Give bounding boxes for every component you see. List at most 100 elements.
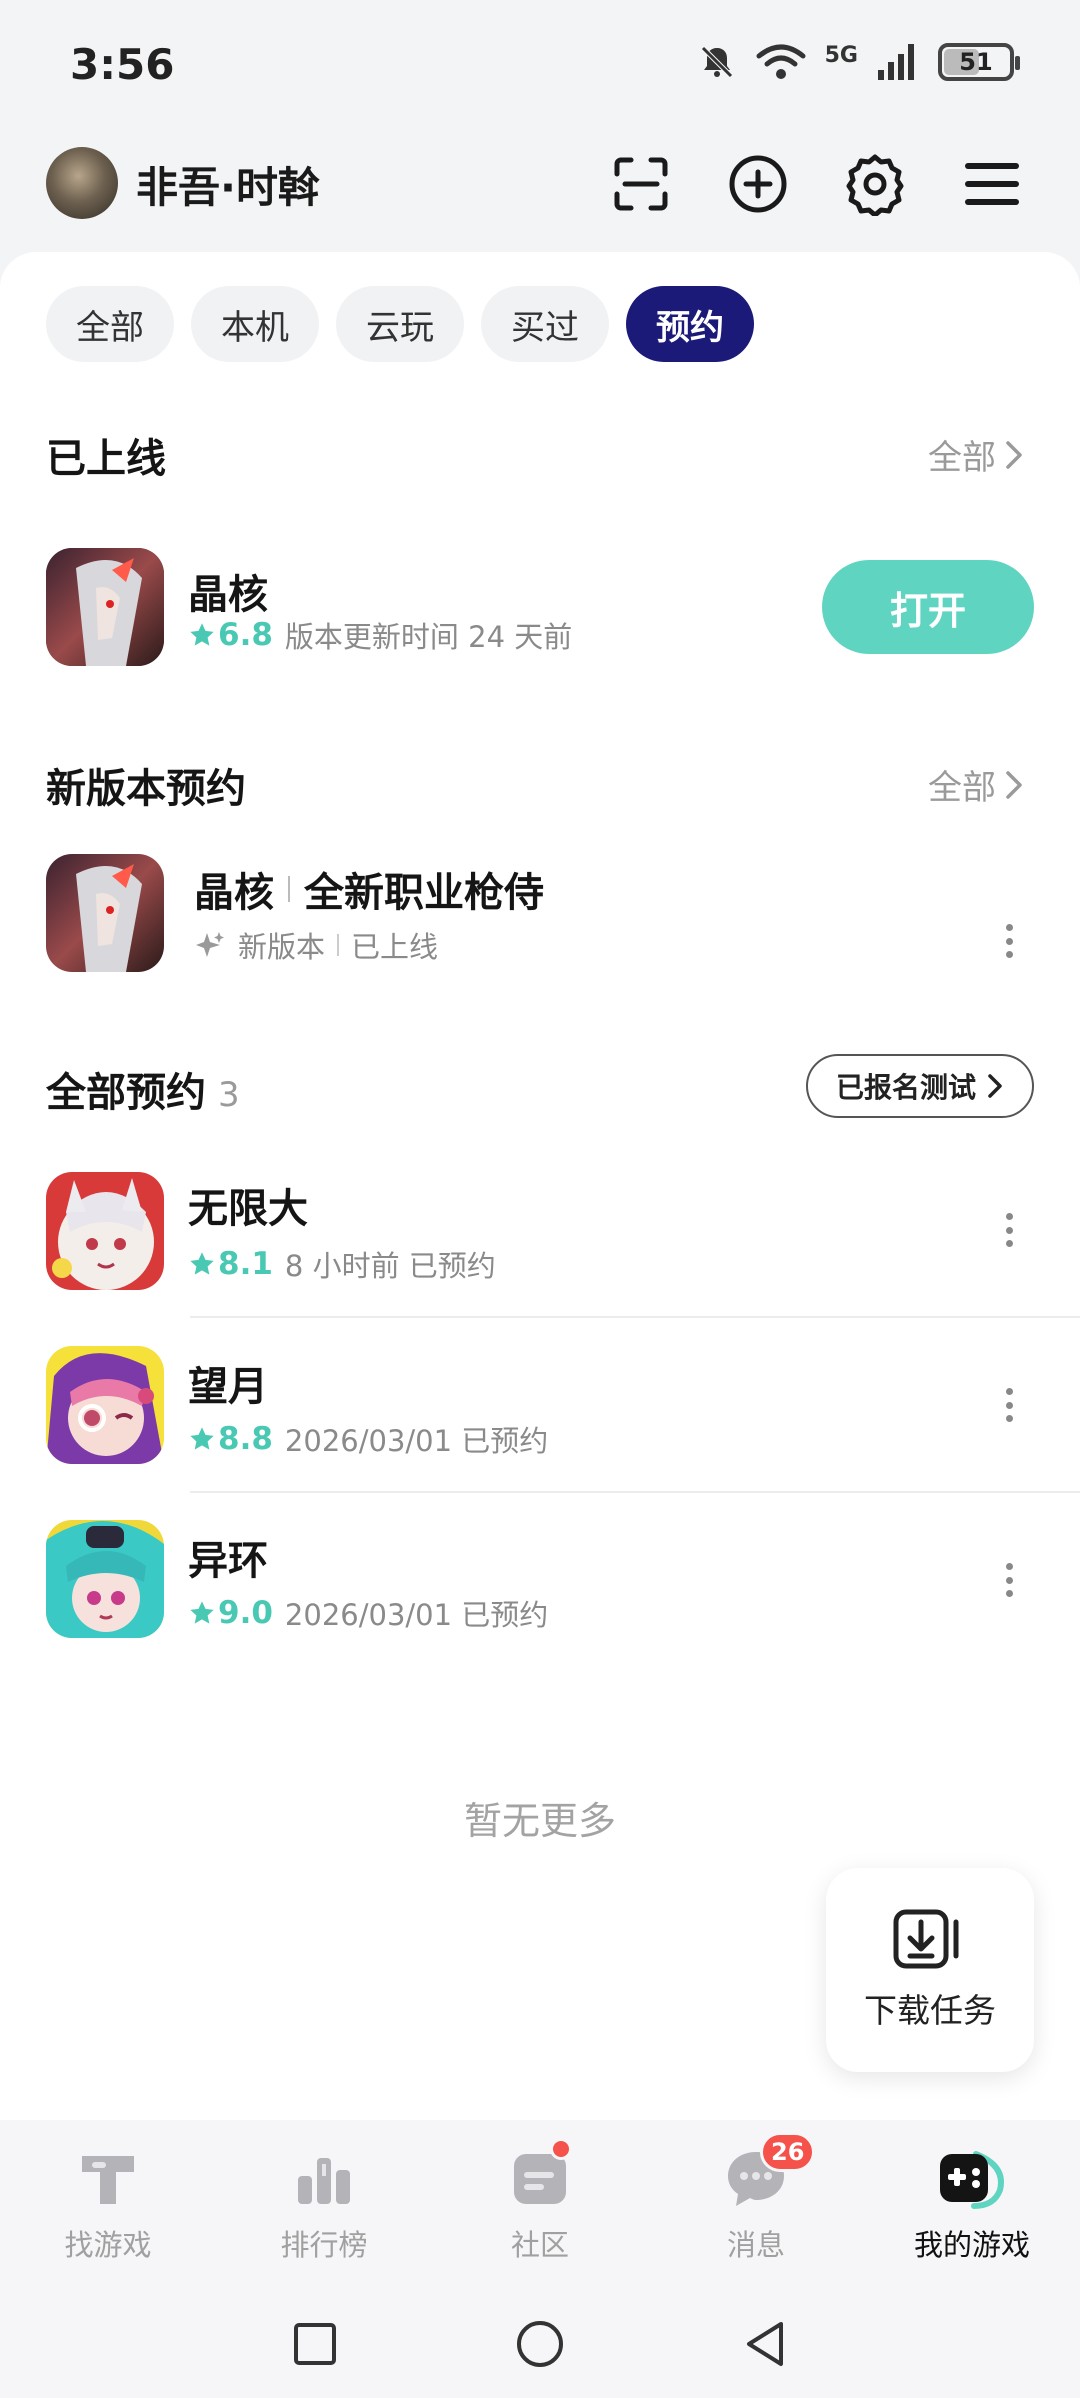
star-icon	[190, 1601, 214, 1624]
bell-muted-icon	[700, 46, 733, 78]
community-badge-dot	[550, 2138, 572, 2160]
game-name-yihuan: 异环	[188, 1538, 268, 1584]
game-meta-yihuan: 9.0 2026/03/01 已预约	[188, 1592, 548, 1634]
battery-icon: 51	[938, 43, 1020, 81]
reservation-count: 3	[218, 1075, 240, 1115]
open-game-button[interactable]: 打开	[822, 560, 1034, 654]
rating-value: 8.8	[218, 1421, 273, 1457]
chip-reserved[interactable]: 预约	[626, 286, 754, 362]
version-subtitle: 全新职业枪侍	[304, 870, 544, 916]
scan-button[interactable]	[607, 150, 675, 218]
game-rating: 8.1	[188, 1246, 273, 1282]
nav-community[interactable]: 社区	[432, 2120, 648, 2290]
new-version-tags: 新版本 已上线	[194, 924, 438, 966]
more-options-button[interactable]	[994, 1555, 1024, 1605]
nav-my-games[interactable]: 我的游戏	[864, 2120, 1080, 2290]
rating-value: 6.8	[218, 617, 273, 653]
list-divider	[190, 1491, 1080, 1493]
game-icon-yihuan[interactable]	[46, 1520, 164, 1638]
filter-chips: 全部 本机 云玩 买过 预约	[46, 286, 754, 362]
rankings-icon	[298, 2158, 350, 2204]
download-icon	[893, 1909, 959, 1969]
game-icon-wangyue[interactable]	[46, 1346, 164, 1464]
hamburger-menu-icon	[965, 163, 1019, 205]
more-options-button[interactable]	[994, 916, 1024, 966]
recent-apps-icon[interactable]	[291, 2320, 339, 2368]
download-task-button[interactable]: 下载任务	[826, 1868, 1034, 2072]
scan-icon	[614, 157, 668, 211]
messages-badge: 26	[760, 2132, 816, 2172]
new-version-see-all-label: 全部	[928, 768, 996, 808]
signal-icon	[878, 44, 914, 80]
download-task-label: 下载任务	[864, 1991, 996, 2030]
gamepad-icon	[940, 2151, 1004, 2209]
avatar[interactable]	[46, 147, 118, 219]
chip-all[interactable]: 全部	[46, 286, 174, 362]
chip-purchased[interactable]: 买过	[481, 286, 609, 362]
chip-local[interactable]: 本机	[191, 286, 319, 362]
back-icon[interactable]	[741, 2320, 789, 2368]
nav-label: 找游戏	[64, 2228, 152, 2262]
battery-level: 51	[959, 48, 993, 76]
add-button[interactable]	[724, 150, 792, 218]
game-meta: 6.8 版本更新时间 24 天前	[188, 614, 572, 656]
game-meta-wuxianda: 8.1 8 小时前 已预约	[188, 1243, 496, 1285]
nav-rankings[interactable]: 排行榜	[216, 2120, 432, 2290]
sparkle-icon	[196, 932, 224, 957]
star-icon	[190, 1252, 214, 1275]
chip-cloud[interactable]: 云玩	[336, 286, 464, 362]
all-reservations-title: 全部预约 3	[46, 1060, 240, 1118]
nav-label: 社区	[510, 2228, 569, 2262]
menu-button[interactable]	[958, 150, 1026, 218]
user-name[interactable]: 非吾·时斡	[136, 154, 320, 215]
more-options-button[interactable]	[994, 1205, 1024, 1255]
rating-value: 8.1	[218, 1246, 273, 1282]
new-version-title: 晶核 全新职业枪侍	[194, 860, 544, 918]
list-divider	[190, 1316, 1080, 1318]
settings-button[interactable]	[841, 150, 909, 218]
bottom-nav: 找游戏 排行榜 社区 26 消息 我的游戏	[0, 2120, 1080, 2290]
game-icon-jinghe[interactable]	[46, 854, 164, 972]
nav-messages[interactable]: 26 消息	[648, 2120, 864, 2290]
new-version-section-title: 新版本预约	[46, 766, 246, 812]
nav-label: 排行榜	[280, 2228, 368, 2262]
tag-new-version: 新版本	[238, 930, 326, 964]
game-meta-wangyue: 8.8 2026/03/01 已预约	[188, 1418, 548, 1460]
network-type: 5G	[824, 42, 858, 68]
signed-up-test-button[interactable]: 已报名测试	[805, 1054, 1034, 1118]
game-icon-jinghe[interactable]	[46, 548, 164, 666]
plus-circle-icon	[729, 155, 787, 213]
game-name: 晶核	[194, 870, 274, 916]
status-bar: 3:56 5G 51	[0, 0, 1080, 130]
gear-icon	[846, 154, 904, 216]
game-rating: 9.0	[188, 1595, 273, 1631]
status-time: 3:56	[70, 40, 175, 89]
online-see-all-label: 全部	[928, 438, 996, 478]
game-name: 晶核	[188, 572, 268, 618]
game-rating: 8.8	[188, 1421, 273, 1457]
star-icon	[190, 623, 214, 646]
wifi-icon	[756, 44, 806, 79]
signed-up-test-label: 已报名测试	[835, 1071, 976, 1104]
nav-find-games[interactable]: 找游戏	[0, 2120, 216, 2290]
home-icon[interactable]	[515, 2319, 565, 2369]
separator	[337, 934, 340, 956]
more-options-button[interactable]	[994, 1380, 1024, 1430]
reservation-status: 8 小时前 已预约	[284, 1249, 496, 1283]
reservation-status: 2026/03/01 已预约	[284, 1424, 549, 1458]
nav-label: 我的游戏	[913, 2228, 1030, 2262]
game-name-wuxianda: 无限大	[188, 1186, 308, 1232]
new-version-see-all-link[interactable]: 全部	[928, 760, 1024, 809]
rating-value: 9.0	[218, 1595, 273, 1631]
system-navigation-bar	[0, 2290, 1080, 2398]
reservation-status: 2026/03/01 已预约	[284, 1598, 549, 1632]
online-section-title: 已上线	[46, 436, 166, 482]
chevron-right-icon	[1006, 770, 1022, 799]
tag-online: 已上线	[351, 930, 439, 964]
no-more-label: 暂无更多	[463, 1799, 616, 1843]
header: 非吾·时斡	[0, 140, 1080, 250]
online-see-all-link[interactable]: 全部	[928, 430, 1024, 479]
game-icon-wuxianda[interactable]	[46, 1172, 164, 1290]
nav-label: 消息	[726, 2228, 785, 2262]
game-name-wangyue: 望月	[188, 1364, 268, 1410]
